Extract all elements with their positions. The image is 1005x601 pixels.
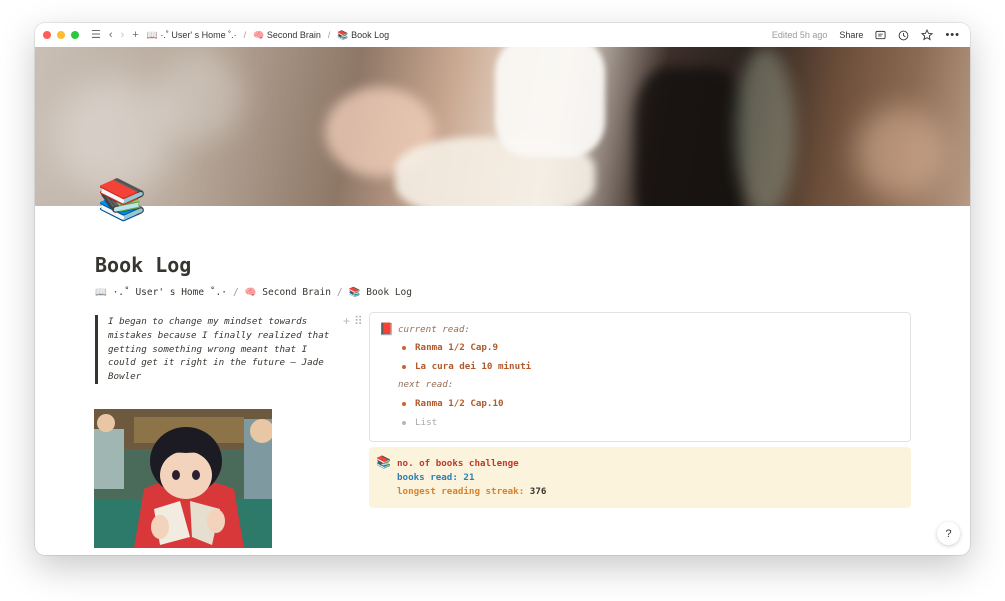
help-button[interactable]: ?	[937, 522, 960, 545]
window-controls	[43, 31, 79, 39]
anime-reading-image[interactable]	[94, 409, 272, 548]
breadcrumb-item-home[interactable]: 📖 ·.˚ User' s Home ˚.·	[147, 30, 237, 41]
list-item-text: La cura dei 10 minuti	[415, 361, 532, 372]
list-item[interactable]: Ranma 1/2 Cap.10	[402, 398, 504, 409]
reading-girl-illustration	[94, 409, 272, 548]
breadcrumb-separator: /	[327, 30, 331, 40]
drag-handle-icon[interactable]: ⠿	[354, 314, 363, 328]
page-icon[interactable]: 📚	[97, 180, 147, 220]
books-icon: 📚	[337, 29, 349, 40]
comment-icon[interactable]	[875, 30, 886, 41]
breadcrumb-link-label: Book Log	[366, 287, 412, 298]
inline-breadcrumb: 📖 ·.˚ User' s Home ˚.· / 🧠 Second Brain …	[95, 287, 412, 298]
close-window-button[interactable]	[43, 31, 51, 39]
book-open-icon: 📖	[95, 287, 107, 298]
list-placeholder-text: List	[415, 417, 438, 428]
list-placeholder[interactable]: List	[402, 417, 437, 428]
breadcrumb-separator: /	[232, 287, 239, 298]
more-options-icon[interactable]: •••	[945, 29, 960, 41]
list-item[interactable]: La cura dei 10 minuti	[402, 361, 531, 372]
bullet-dot	[402, 401, 406, 406]
page-title[interactable]: Book Log	[95, 253, 191, 277]
minimize-window-button[interactable]	[57, 31, 65, 39]
back-icon[interactable]: ‹	[109, 29, 113, 41]
breadcrumb: 📖 ·.˚ User' s Home ˚.· / 🧠 Second Brain …	[147, 30, 390, 41]
current-reading-callout[interactable]: 📕 current read: Ranma 1/2 Cap.9 La cura …	[369, 312, 911, 442]
next-read-label: next read:	[398, 379, 454, 390]
breadcrumb-separator: /	[243, 30, 247, 40]
star-icon[interactable]	[921, 29, 934, 41]
streak-line: longest reading streak: 376	[397, 486, 546, 497]
challenge-title: no. of books challenge	[397, 458, 519, 469]
menu-icon[interactable]: ☰	[91, 29, 101, 41]
streak-label: longest reading streak:	[397, 486, 525, 497]
bullet-dot	[402, 420, 406, 425]
top-bar: ☰ ‹ › + 📖 ·.˚ User' s Home ˚.· / 🧠 Secon…	[35, 23, 970, 47]
books-icon: 📚	[348, 287, 361, 298]
forward-icon[interactable]: ›	[121, 29, 125, 41]
list-item-text: Ranma 1/2 Cap.10	[415, 398, 504, 409]
books-icon: 📚	[376, 455, 391, 469]
breadcrumb-item-second-brain[interactable]: 🧠 Second Brain	[253, 30, 321, 41]
bullet-dot	[402, 345, 406, 350]
list-item-text: Ranma 1/2 Cap.9	[415, 342, 498, 353]
breadcrumb-label: Second Brain	[266, 29, 321, 40]
breadcrumb-link-home[interactable]: 📖 ·.˚ User' s Home ˚.·	[95, 287, 227, 298]
new-page-icon[interactable]: +	[132, 29, 138, 41]
books-challenge-callout[interactable]: 📚 no. of books challenge books read: 21 …	[369, 447, 911, 508]
streak-value: 376	[529, 486, 547, 497]
books-read-label: books read:	[397, 472, 458, 483]
quote-block[interactable]: I began to change my mindset towards mis…	[95, 315, 335, 384]
current-read-label: current read:	[398, 324, 470, 335]
bullet-dot	[402, 364, 406, 369]
books-read-line: books read: 21	[397, 472, 474, 483]
app-window: ☰ ‹ › + 📖 ·.˚ User' s Home ˚.· / 🧠 Secon…	[35, 23, 970, 555]
block-handles: + ⠿	[343, 314, 363, 328]
red-book-icon: 📕	[379, 322, 394, 336]
maximize-window-button[interactable]	[71, 31, 79, 39]
breadcrumb-link-second-brain[interactable]: 🧠 Second Brain	[245, 287, 331, 298]
history-icon[interactable]	[898, 30, 909, 41]
book-open-icon: 📖	[146, 29, 158, 40]
list-item[interactable]: Ranma 1/2 Cap.9	[402, 342, 498, 353]
breadcrumb-separator: /	[336, 287, 343, 298]
breadcrumb-label: Book Log	[351, 29, 390, 40]
breadcrumb-link-label: Second Brain	[262, 287, 331, 298]
breadcrumb-link-label: ·.˚ User' s Home ˚.·	[112, 287, 227, 298]
edited-status: Edited 5h ago	[771, 30, 828, 40]
brain-icon: 🧠	[253, 29, 265, 40]
breadcrumb-link-book-log[interactable]: 📚 Book Log	[349, 287, 412, 298]
books-read-value: 21	[463, 472, 475, 483]
brain-icon: 🧠	[244, 287, 257, 298]
topbar-actions: Edited 5h ago Share •••	[772, 29, 960, 41]
share-button[interactable]: Share	[839, 30, 863, 40]
breadcrumb-label: ·.˚ User' s Home ˚.·	[160, 29, 237, 40]
add-block-icon[interactable]: +	[343, 314, 350, 328]
breadcrumb-item-book-log[interactable]: 📚 Book Log	[337, 30, 389, 41]
cover-image[interactable]	[35, 47, 970, 206]
